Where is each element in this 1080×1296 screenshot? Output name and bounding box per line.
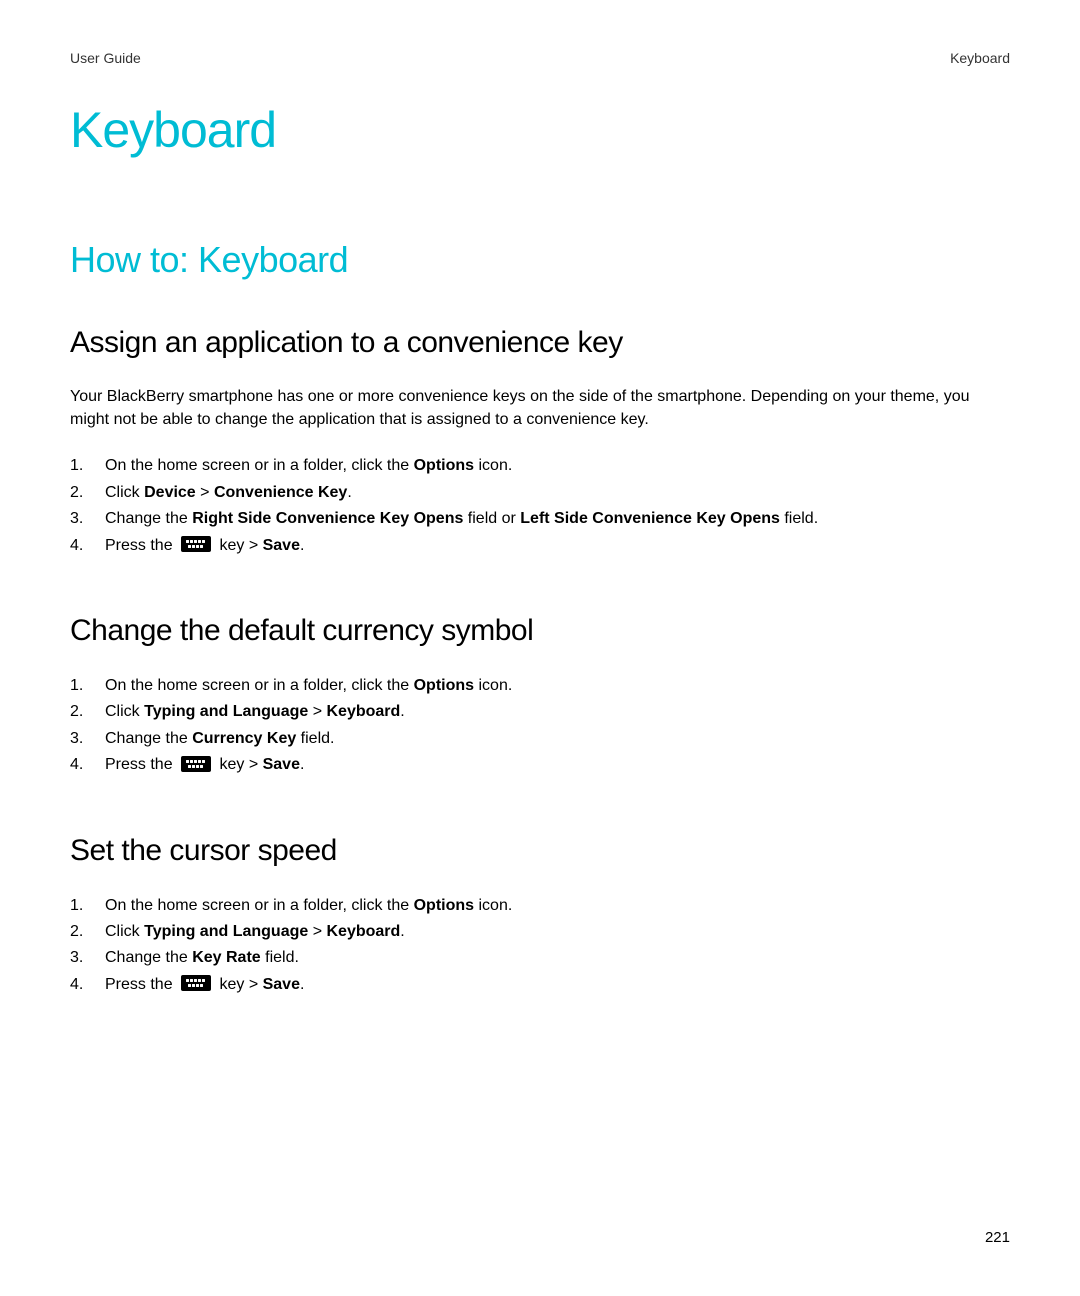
- blackberry-key-icon: [181, 536, 211, 552]
- list-item: Click Typing and Language > Keyboard.: [70, 699, 1010, 725]
- step-text: >: [308, 923, 326, 940]
- list-item: Change the Key Rate field.: [70, 945, 1010, 971]
- step-text: Press the: [105, 976, 177, 993]
- step-bold: Options: [414, 677, 474, 694]
- page-header: User Guide Keyboard: [70, 50, 1010, 66]
- step-text: .: [347, 484, 351, 501]
- list-item: On the home screen or in a folder, click…: [70, 453, 1010, 479]
- step-text: >: [308, 703, 326, 720]
- list-item: Change the Currency Key field.: [70, 726, 1010, 752]
- step-text: icon.: [474, 677, 512, 694]
- step-bold: Save: [263, 976, 300, 993]
- chapter-title: Keyboard: [70, 101, 1010, 159]
- list-item: Change the Right Side Convenience Key Op…: [70, 506, 1010, 532]
- cursor-steps: On the home screen or in a folder, click…: [70, 893, 1010, 999]
- step-text: .: [300, 756, 304, 773]
- page-number: 221: [985, 1229, 1010, 1246]
- step-bold: Save: [263, 756, 300, 773]
- step-text: field.: [261, 949, 299, 966]
- list-item: Press the key > Save.: [70, 533, 1010, 559]
- list-item: Click Device > Convenience Key.: [70, 480, 1010, 506]
- list-item: On the home screen or in a folder, click…: [70, 893, 1010, 919]
- step-bold: Currency Key: [192, 730, 296, 747]
- step-text: Click: [105, 484, 144, 501]
- blackberry-key-icon: [181, 756, 211, 772]
- subsection-assign-title: Assign an application to a convenience k…: [70, 326, 1010, 360]
- list-item: Click Typing and Language > Keyboard.: [70, 919, 1010, 945]
- step-bold: Convenience Key: [214, 484, 347, 501]
- blackberry-key-icon: [181, 975, 211, 991]
- subsection-cursor-title: Set the cursor speed: [70, 834, 1010, 868]
- step-bold: Right Side Convenience Key Opens: [192, 510, 463, 527]
- assign-steps: On the home screen or in a folder, click…: [70, 453, 1010, 559]
- step-bold: Device: [144, 484, 196, 501]
- step-text: key >: [215, 976, 263, 993]
- step-bold: Typing and Language: [144, 703, 308, 720]
- step-text: >: [196, 484, 214, 501]
- step-bold: Key Rate: [192, 949, 260, 966]
- step-text: Click: [105, 923, 144, 940]
- step-text: icon.: [474, 457, 512, 474]
- step-text: .: [400, 703, 404, 720]
- currency-steps: On the home screen or in a folder, click…: [70, 673, 1010, 779]
- step-text: key >: [215, 537, 263, 554]
- header-right: Keyboard: [950, 50, 1010, 66]
- step-text: icon.: [474, 897, 512, 914]
- step-text: On the home screen or in a folder, click…: [105, 457, 414, 474]
- list-item: Press the key > Save.: [70, 972, 1010, 998]
- header-left: User Guide: [70, 50, 141, 66]
- step-text: field or: [463, 510, 520, 527]
- step-bold: Options: [414, 457, 474, 474]
- step-bold: Left Side Convenience Key Opens: [520, 510, 780, 527]
- step-text: Change the: [105, 510, 192, 527]
- step-text: Press the: [105, 756, 177, 773]
- step-text: On the home screen or in a folder, click…: [105, 897, 414, 914]
- step-text: field.: [780, 510, 818, 527]
- section-title: How to: Keyboard: [70, 239, 1010, 281]
- step-text: Click: [105, 703, 144, 720]
- list-item: On the home screen or in a folder, click…: [70, 673, 1010, 699]
- assign-body: Your BlackBerry smartphone has one or mo…: [70, 385, 1010, 431]
- step-bold: Options: [414, 897, 474, 914]
- step-text: On the home screen or in a folder, click…: [105, 677, 414, 694]
- step-text: Change the: [105, 730, 192, 747]
- step-text: .: [300, 537, 304, 554]
- step-text: key >: [215, 756, 263, 773]
- step-text: field.: [296, 730, 334, 747]
- step-text: .: [400, 923, 404, 940]
- step-bold: Save: [263, 537, 300, 554]
- step-text: Change the: [105, 949, 192, 966]
- step-bold: Keyboard: [327, 923, 401, 940]
- step-text: Press the: [105, 537, 177, 554]
- step-bold: Keyboard: [327, 703, 401, 720]
- subsection-currency-title: Change the default currency symbol: [70, 614, 1010, 648]
- list-item: Press the key > Save.: [70, 752, 1010, 778]
- step-text: .: [300, 976, 304, 993]
- step-bold: Typing and Language: [144, 923, 308, 940]
